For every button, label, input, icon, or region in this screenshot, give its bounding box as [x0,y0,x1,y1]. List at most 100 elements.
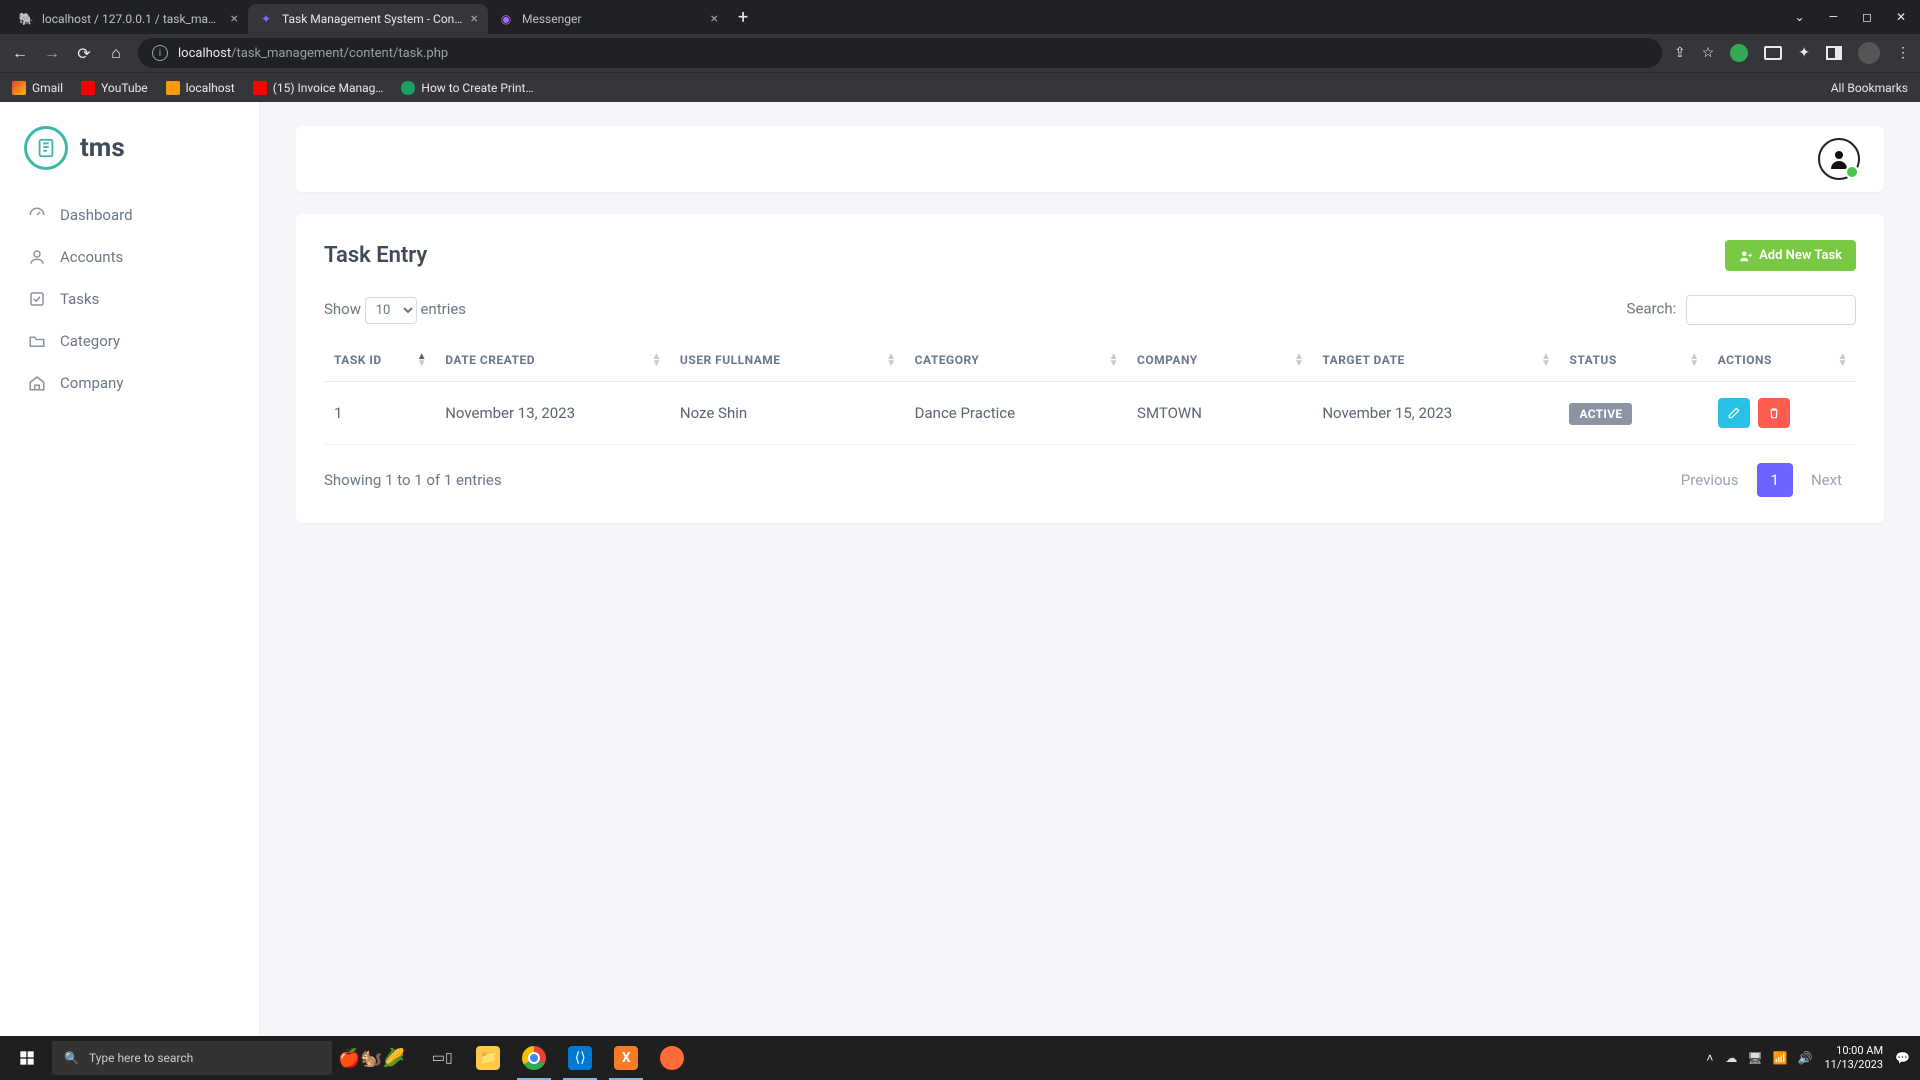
extensions-puzzle-icon[interactable]: ✦ [1798,45,1810,61]
bookmark-localhost[interactable]: localhost [166,81,235,95]
xampp-app[interactable]: X [603,1036,649,1080]
brand[interactable]: tms [0,116,259,194]
edit-icon [1727,406,1741,420]
chrome-app[interactable] [511,1036,557,1080]
task-view-button[interactable]: ▭▯ [419,1036,465,1080]
table-info: Showing 1 to 1 of 1 entries [324,471,502,489]
sidebar-item-category[interactable]: Category [0,320,259,362]
vscode-app[interactable]: ⟨⟩ [557,1036,603,1080]
close-window-icon[interactable]: ✕ [1896,10,1906,24]
taskbar-clock[interactable]: 10:00 AM 11/13/2023 [1825,1044,1884,1072]
sidebar: tms Dashboard Accounts Tasks Category Co… [0,102,260,1036]
home-button[interactable]: ⌂ [106,43,126,63]
col-user-fullname[interactable]: USER FULLNAME▲▼ [670,339,905,382]
onedrive-icon[interactable]: ☁ [1725,1051,1737,1065]
user-plus-icon [1739,249,1753,263]
col-company[interactable]: COMPANY▲▼ [1127,339,1312,382]
sidebar-item-company[interactable]: Company [0,362,259,404]
chrome-caret-icon[interactable]: ⌄ [1795,10,1805,24]
entries-length-select[interactable]: 10 [365,297,417,324]
globe-icon [401,81,415,95]
minimize-icon[interactable]: — [1829,10,1838,24]
browser-tab[interactable]: ◉ Messenger × [488,4,728,34]
sidebar-item-tasks[interactable]: Tasks [0,278,259,320]
taskbar-search[interactable]: 🔍 Type here to search [52,1041,332,1075]
forward-button[interactable]: → [42,43,62,63]
pager-previous[interactable]: Previous [1667,463,1753,497]
cell-id: 1 [324,382,435,445]
folder-icon [28,332,46,350]
chrome-icon [522,1046,546,1070]
extension-icon[interactable] [1730,44,1748,62]
col-target-date[interactable]: TARGET DATE▲▼ [1312,339,1559,382]
delete-button[interactable] [1758,398,1790,428]
pagination: Previous 1 Next [1667,463,1856,497]
site-info-icon[interactable]: i [152,45,168,61]
cell-date-created: November 13, 2023 [435,382,670,445]
kebab-menu-icon[interactable]: ⋮ [1896,45,1910,61]
cell-category: Dance Practice [905,382,1127,445]
bookmark-youtube[interactable]: YouTube [81,81,148,95]
back-button[interactable]: ← [10,43,30,63]
bookmark-invoice[interactable]: (15) Invoice Manag… [253,81,384,95]
page-title: Task Entry [324,243,427,268]
add-new-task-button[interactable]: Add New Task [1725,240,1856,271]
search-input[interactable] [1686,295,1856,325]
col-date-created[interactable]: DATE CREATED▲▼ [435,339,670,382]
postman-app[interactable] [649,1036,695,1080]
col-actions[interactable]: ACTIONS▲▼ [1708,339,1856,382]
wifi-icon[interactable]: 📶 [1773,1051,1788,1065]
pager-next[interactable]: Next [1797,463,1856,497]
network-icon[interactable]: 🖥 [1747,1051,1762,1065]
taskbar-news-widget[interactable]: 🍎🐿️🌽 [332,1048,411,1069]
search-placeholder: Type here to search [89,1051,193,1065]
user-icon [28,248,46,266]
share-icon[interactable]: ⇪ [1674,45,1686,61]
reload-button[interactable]: ⟳ [74,44,94,63]
volume-icon[interactable]: 🔊 [1798,1051,1813,1065]
start-button[interactable] [4,1036,50,1080]
col-status[interactable]: STATUS▲▼ [1559,339,1707,382]
task-view-icon: ▭▯ [430,1046,454,1070]
topbar [296,126,1884,192]
browser-tab-active[interactable]: ✦ Task Management System - Con… × [248,4,488,34]
all-bookmarks-button[interactable]: All Bookmarks [1825,81,1908,95]
cast-icon[interactable] [1764,46,1782,60]
cell-company: SMTOWN [1127,382,1312,445]
browser-tab[interactable]: 🐘 localhost / 127.0.0.1 / task_man… × [8,4,248,34]
user-avatar[interactable] [1818,138,1860,180]
col-category[interactable]: CATEGORY▲▼ [905,339,1127,382]
sidebar-item-dashboard[interactable]: Dashboard [0,194,259,236]
gmail-icon [12,81,26,95]
phpmyadmin-icon: 🐘 [18,11,34,27]
new-tab-button[interactable]: + [728,7,758,28]
profile-avatar[interactable] [1858,42,1880,64]
phpmyadmin-icon [166,81,180,95]
tab-title: Messenger [522,12,703,26]
edit-button[interactable] [1718,398,1750,428]
close-icon[interactable]: × [471,11,478,27]
table-row: 1 November 13, 2023 Noze Shin Dance Prac… [324,382,1856,445]
cell-actions [1708,382,1856,445]
notifications-icon[interactable]: 💬 [1895,1051,1910,1065]
bookmark-gmail[interactable]: Gmail [12,81,63,95]
cell-target: November 15, 2023 [1312,382,1559,445]
app-favicon-icon: ✦ [258,11,274,27]
col-task-id[interactable]: TASK ID▲▼ [324,339,435,382]
address-bar[interactable]: i localhost/task_management/content/task… [138,38,1662,68]
bookmark-star-icon[interactable]: ☆ [1702,45,1715,61]
sidebar-item-accounts[interactable]: Accounts [0,236,259,278]
bookmark-print[interactable]: How to Create Print… [401,81,533,95]
messenger-icon: ◉ [498,11,514,27]
pager-page-1[interactable]: 1 [1757,463,1793,497]
vscode-icon: ⟨⟩ [568,1046,592,1070]
maximize-icon[interactable]: ◻ [1862,10,1872,24]
youtube-icon [81,81,95,95]
cell-user: Noze Shin [670,382,905,445]
tab-title: Task Management System - Con… [282,12,463,26]
close-icon[interactable]: × [711,11,718,27]
side-panel-icon[interactable] [1826,46,1842,60]
tray-chevron-icon[interactable]: ˄ [1706,1051,1713,1065]
file-explorer-app[interactable]: 📁 [465,1036,511,1080]
close-icon[interactable]: × [231,11,238,27]
